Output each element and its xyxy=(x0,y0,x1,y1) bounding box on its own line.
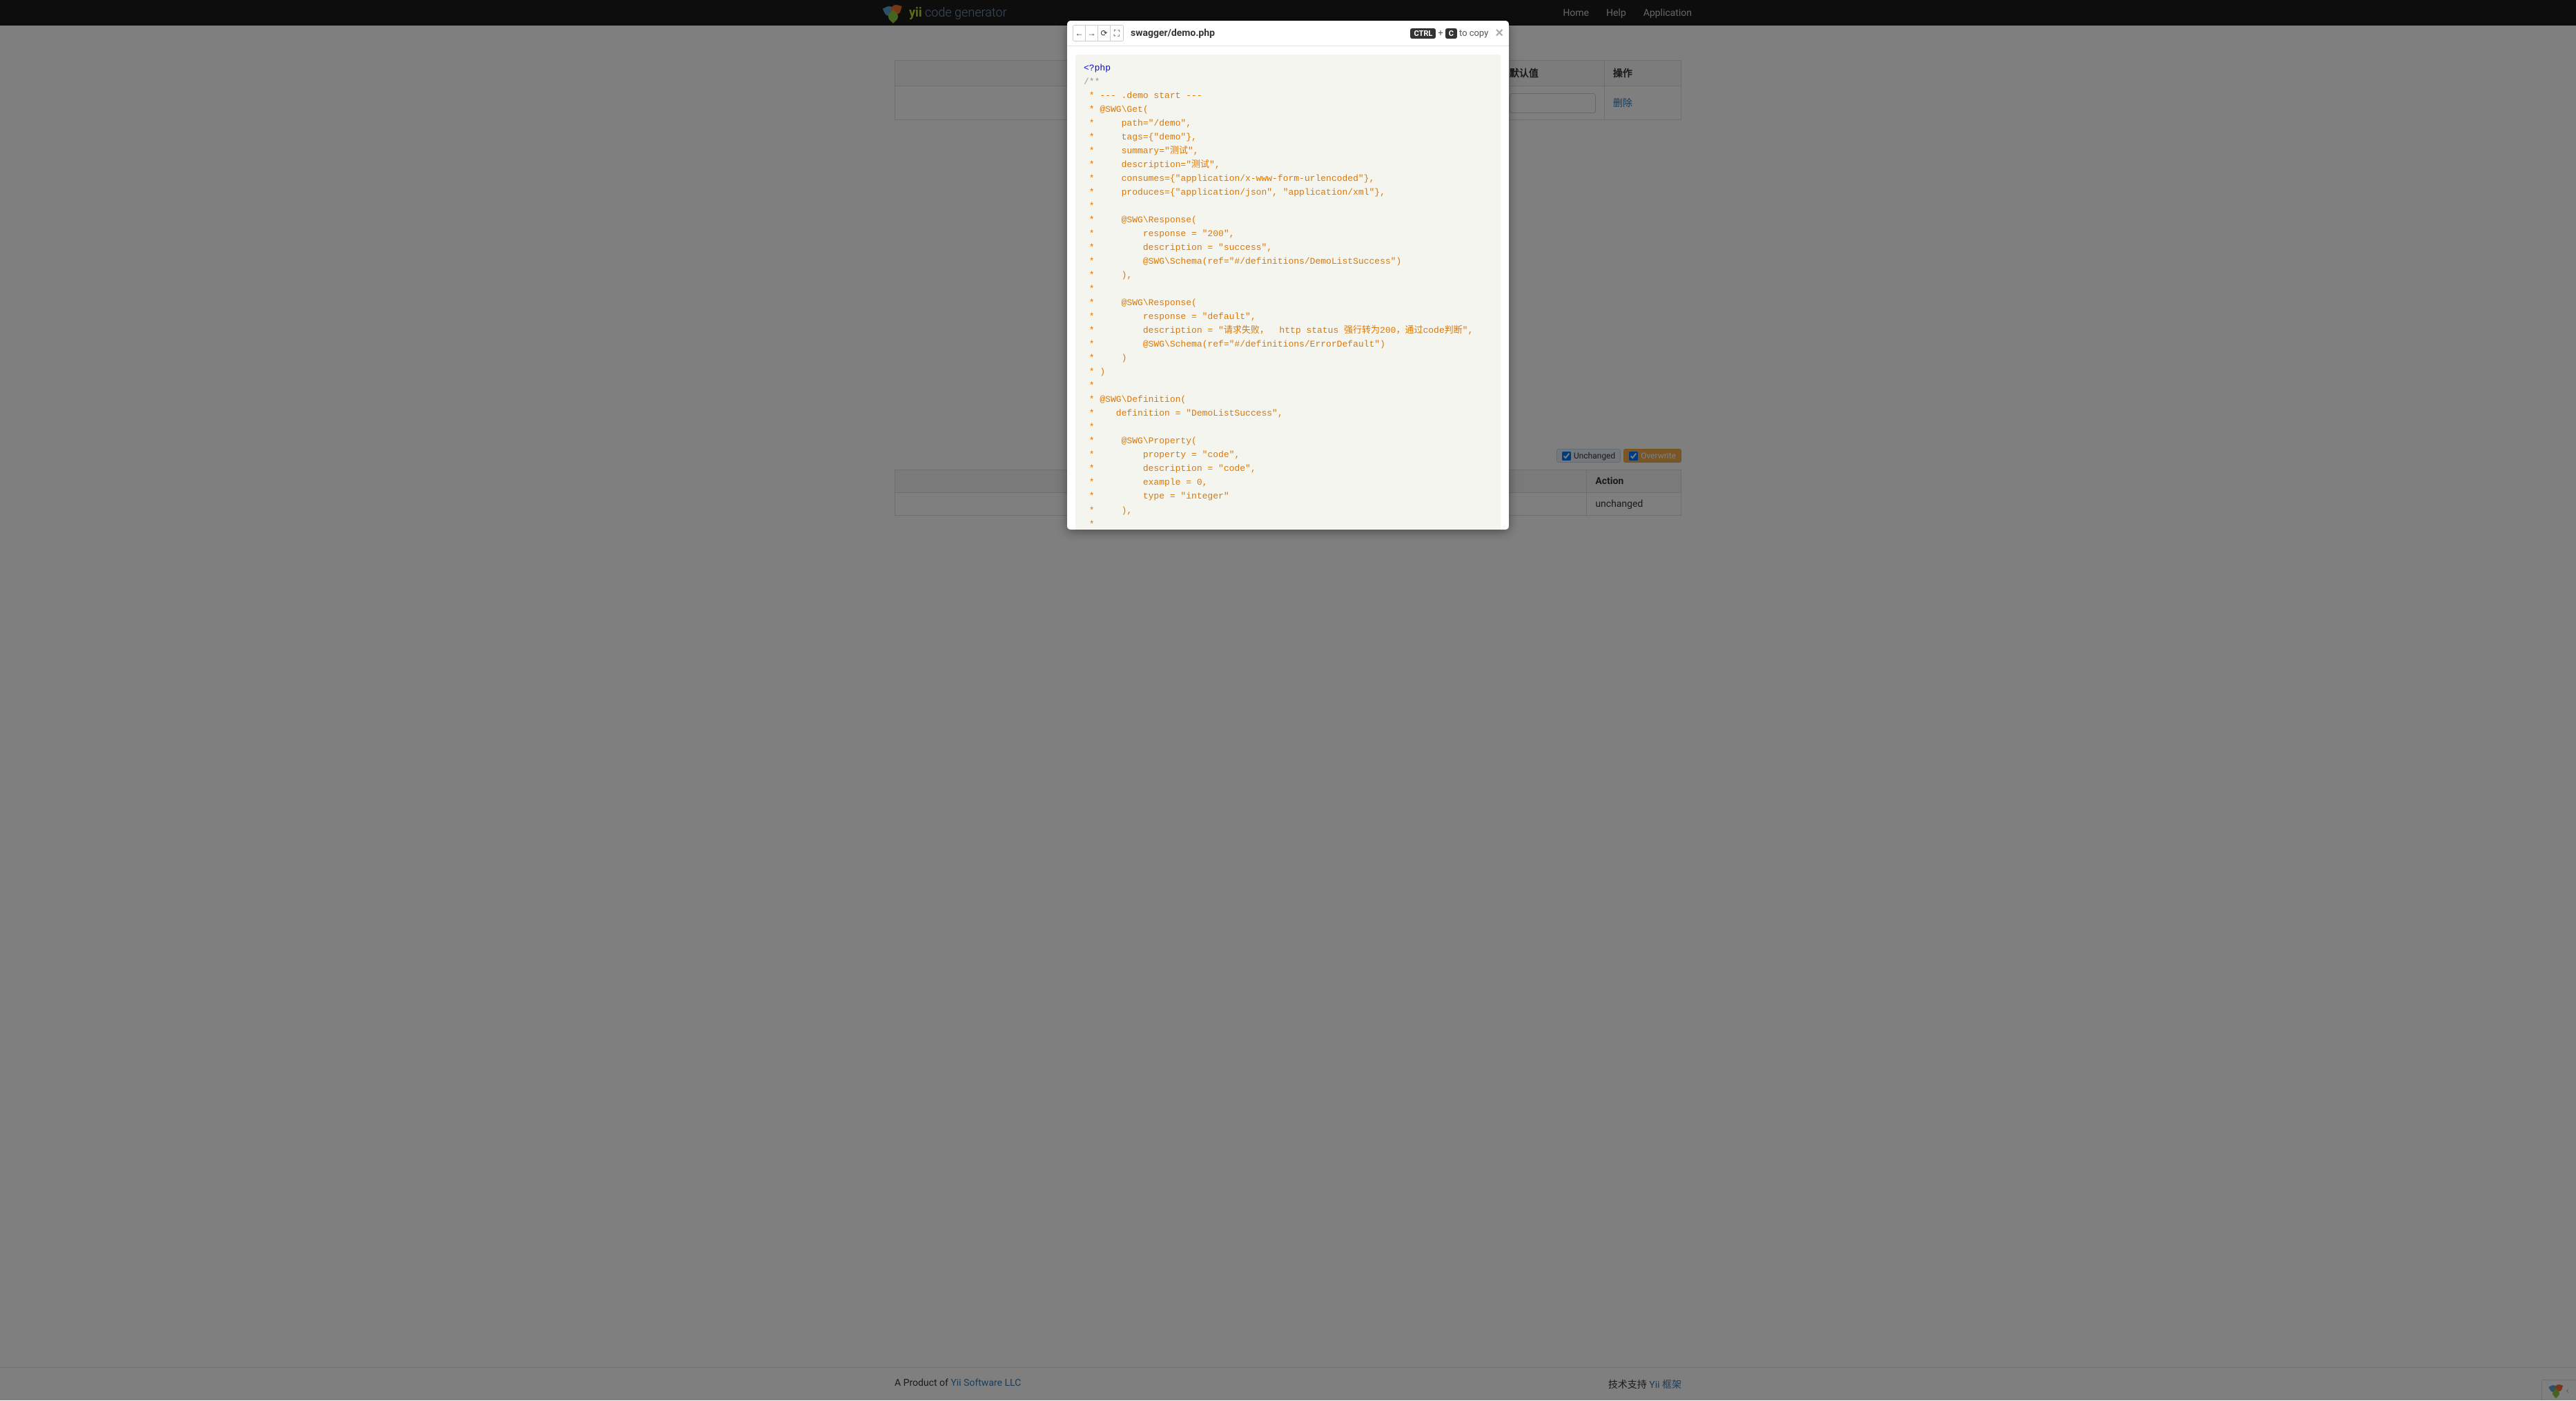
code-block[interactable]: <?php /** * --- .demo start --- * @SWG\G… xyxy=(1075,55,1501,530)
arrow-right-icon: → xyxy=(1088,28,1096,38)
modal-header: ← → ⟳ ⛶ swagger/demo.php CTRL + C to cop… xyxy=(1067,21,1509,46)
close-button[interactable]: × xyxy=(1495,26,1503,40)
kbd-c: C xyxy=(1445,28,1457,39)
refresh-button[interactable]: ⟳ xyxy=(1098,26,1111,41)
code-preview-modal: ← → ⟳ ⛶ swagger/demo.php CTRL + C to cop… xyxy=(1067,21,1509,530)
close-icon: × xyxy=(1495,26,1503,41)
fullscreen-button[interactable]: ⛶ xyxy=(1111,26,1123,41)
modal-title: swagger/demo.php xyxy=(1131,28,1215,39)
modal-body[interactable]: <?php /** * --- .demo start --- * @SWG\G… xyxy=(1067,46,1509,530)
modal-nav-buttons: ← → ⟳ ⛶ xyxy=(1073,25,1124,41)
copy-hint: CTRL + C to copy xyxy=(1410,28,1488,39)
kbd-ctrl: CTRL xyxy=(1410,28,1436,39)
expand-icon: ⛶ xyxy=(1114,28,1120,39)
refresh-icon: ⟳ xyxy=(1100,28,1107,38)
next-button[interactable]: → xyxy=(1086,26,1098,41)
prev-button[interactable]: ← xyxy=(1073,26,1086,41)
arrow-left-icon: ← xyxy=(1075,28,1084,38)
